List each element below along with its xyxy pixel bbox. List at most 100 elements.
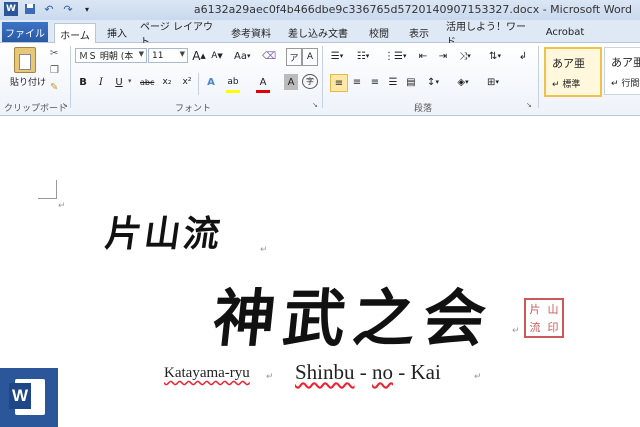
word-app-icon[interactable]: W xyxy=(4,2,18,16)
subscript-button[interactable]: x₂ xyxy=(160,74,174,90)
bullets-button[interactable]: ☰ ▾ xyxy=(330,48,344,64)
shading-button[interactable]: ◈ ▾ xyxy=(456,74,470,90)
chevron-down-icon[interactable]: ▾ xyxy=(128,77,132,85)
font-size-combo[interactable]: 11 ▼ xyxy=(148,48,188,63)
grow-font-button[interactable]: A ▲ xyxy=(192,48,206,64)
text-effects-button[interactable]: A xyxy=(204,74,218,90)
style-no-spacing[interactable]: あア亜 ↵ 行間詰 xyxy=(604,47,640,95)
seal-char: 流 xyxy=(529,321,541,334)
numbering-icon: ☷ xyxy=(356,50,366,62)
bold-button[interactable]: B xyxy=(76,74,90,90)
decrease-indent-button[interactable]: ⇤ xyxy=(416,48,430,64)
borders-button[interactable]: ⊞ ▾ xyxy=(486,74,500,90)
group-separator xyxy=(538,46,539,108)
chevron-down-icon: ▼ xyxy=(138,50,144,58)
calligraphy-shinbu-no-kai: 神武之会 xyxy=(209,282,498,355)
char-border-icon: A xyxy=(306,52,314,62)
tab-view[interactable]: 表示 xyxy=(404,23,434,42)
romaji-shinbu-no-kai: Shinbu - no - Kai xyxy=(295,360,441,385)
calligraphy-katayama-ryu: 片山流 xyxy=(102,213,226,255)
enclose-char-button[interactable]: 字 xyxy=(302,74,318,89)
group-separator xyxy=(70,46,71,108)
tab-insert[interactable]: 挿入 xyxy=(100,23,134,42)
paste-icon xyxy=(14,47,36,73)
font-group-label: フォント xyxy=(175,104,212,114)
multilevel-list-button[interactable]: ⋮☰ ▾ xyxy=(384,48,406,64)
romaji-sep: - xyxy=(354,360,373,384)
seal-char: 片 xyxy=(529,303,541,316)
paragraph-mark: ↵ xyxy=(266,372,274,382)
justify-button[interactable]: ☰ xyxy=(386,74,400,90)
save-icon[interactable] xyxy=(23,2,37,16)
paragraph-launcher-icon[interactable]: ↘ xyxy=(526,101,532,109)
change-case-button[interactable]: Aa ▾ xyxy=(234,48,250,64)
line-spacing-button[interactable]: ↕ ▾ xyxy=(426,74,440,90)
romaji-word: Shinbu xyxy=(295,360,355,384)
highlight-button[interactable]: ab xyxy=(226,74,240,93)
underline-button[interactable]: U xyxy=(112,74,126,90)
font-launcher-icon[interactable]: ↘ xyxy=(312,101,318,109)
tab-references[interactable]: 参考資料 xyxy=(226,23,276,42)
numbering-button[interactable]: ☷ ▾ xyxy=(356,48,370,64)
bullets-icon: ☰ xyxy=(330,50,340,62)
style-sample: あア亜 xyxy=(552,57,585,70)
show-marks-button[interactable]: ↲ xyxy=(516,48,530,64)
font-name-combo[interactable]: ＭＳ 明朝 (本 ▼ xyxy=(75,48,147,63)
shading-icon: ◈ xyxy=(457,76,466,88)
paste-button[interactable]: 貼り付け xyxy=(6,47,46,95)
style-normal[interactable]: あア亜 ↵ 標準 xyxy=(544,47,602,97)
clipboard-launcher-icon[interactable]: ↘ xyxy=(62,101,68,109)
tab-katsuyou-word[interactable]: 活用しよう！ワード xyxy=(446,22,532,48)
borders-icon: ⊞ xyxy=(487,76,496,88)
romaji-katayama-ryu: Katayama-ryu xyxy=(164,365,250,381)
tab-page-layout[interactable]: ページ レイアウト xyxy=(140,22,222,48)
paragraph-mark: ↵ xyxy=(512,326,520,336)
clear-format-button[interactable]: ⌫ xyxy=(262,48,276,64)
char-border-button[interactable]: A xyxy=(302,48,318,66)
format-painter-icon[interactable]: ✎ xyxy=(50,82,58,93)
redo-icon[interactable]: ↷ xyxy=(61,2,75,16)
divider xyxy=(198,73,199,95)
align-right-button[interactable]: ≡ xyxy=(368,74,382,90)
increase-indent-icon: ⇥ xyxy=(438,50,448,62)
font-color-button[interactable]: A xyxy=(256,74,270,93)
align-left-button[interactable]: ≡ xyxy=(330,74,348,92)
align-left-icon: ≡ xyxy=(334,77,344,89)
style-sample: あア亜 xyxy=(611,56,640,69)
text-direction-button[interactable]: ⤨ ▾ xyxy=(458,48,472,64)
romaji-word: Kai xyxy=(410,360,441,384)
tab-mailings[interactable]: 差し込み文書 xyxy=(284,23,352,42)
align-right-icon: ≡ xyxy=(370,76,380,88)
italic-button[interactable]: I xyxy=(94,74,108,90)
font-size-value: 11 xyxy=(152,50,164,61)
phonetic-guide-button[interactable]: ア xyxy=(286,48,302,66)
line-spacing-icon: ↕ xyxy=(427,76,436,88)
cut-icon[interactable]: ✂ xyxy=(50,48,58,59)
clear-format-icon: ⌫ xyxy=(262,50,277,62)
customize-icon[interactable]: ▾ xyxy=(80,2,94,16)
paragraph-mark: ↵ xyxy=(474,372,482,382)
distributed-button[interactable]: ▤ xyxy=(404,74,418,90)
asian-layout-button[interactable]: ⇅ ▾ xyxy=(488,48,502,64)
decrease-indent-icon: ⇤ xyxy=(418,50,428,62)
word-logo: W xyxy=(0,368,58,427)
copy-icon[interactable]: ❐ xyxy=(50,65,59,76)
paragraph-group-label: 段落 xyxy=(414,104,433,114)
shrink-font-button[interactable]: A ▼ xyxy=(210,48,224,64)
window-title: a6132a29aec0f4b466dbe9c336765d5720140907… xyxy=(193,3,632,16)
undo-icon[interactable]: ↶ xyxy=(42,2,56,16)
tab-home[interactable]: ホーム xyxy=(54,23,96,44)
sort-icon: ↲ xyxy=(518,50,528,62)
tab-review[interactable]: 校閲 xyxy=(364,23,394,42)
text-direction-icon: ⤨ xyxy=(459,50,468,62)
romaji-word: no xyxy=(372,360,394,384)
grow-font-icon: A xyxy=(192,49,201,63)
tab-acrobat[interactable]: Acrobat xyxy=(540,23,590,42)
increase-indent-button[interactable]: ⇥ xyxy=(436,48,450,64)
superscript-button[interactable]: x² xyxy=(180,74,194,90)
align-center-button[interactable]: ≡ xyxy=(350,74,364,90)
strikethrough-button[interactable]: abc xyxy=(140,74,154,90)
char-shading-button[interactable]: A xyxy=(284,74,298,90)
ribbon-home: 貼り付け ✂ ❐ ✎ クリップボード ↘ ＭＳ 明朝 (本 ▼ 11 ▼ A ▲ … xyxy=(0,43,640,116)
tab-file[interactable]: ファイル xyxy=(2,22,48,42)
